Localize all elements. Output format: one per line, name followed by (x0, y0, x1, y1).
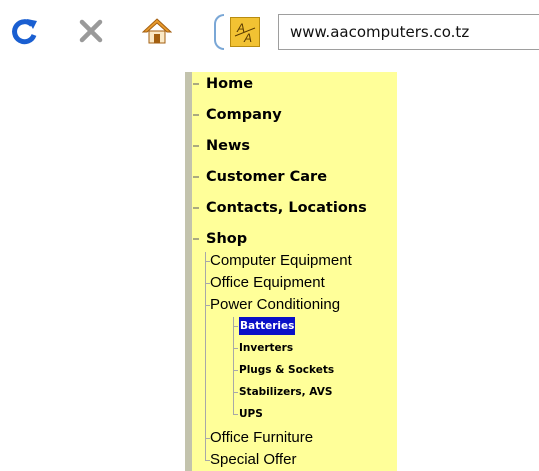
svg-text:A: A (243, 31, 252, 45)
menu-item-plugs-sockets[interactable]: Plugs & Sockets (239, 361, 334, 379)
menu-item-special-offer[interactable]: Special Offer (210, 450, 296, 470)
menu-dash (193, 145, 199, 147)
stop-icon[interactable] (74, 14, 108, 48)
menu-item-batteries[interactable]: Batteries (239, 317, 296, 335)
menu-item-customer-care[interactable]: Customer Care (192, 166, 327, 188)
menu-dash (193, 83, 199, 85)
menu-item-stabilizers-avs[interactable]: Stabilizers, AVS (239, 383, 332, 401)
tree-tick (233, 348, 238, 349)
reload-icon[interactable] (8, 14, 42, 48)
tree-tick (233, 370, 238, 371)
menu-item-label: Home (206, 76, 254, 92)
menu-item-inverters[interactable]: Inverters (239, 339, 293, 357)
home-icon[interactable] (140, 14, 174, 48)
menu-item-office-furniture[interactable]: Office Furniture (210, 428, 313, 448)
menu-item-label: Contacts, Locations (206, 200, 367, 216)
menu-item-label: News (206, 138, 250, 154)
tree-tick (233, 414, 238, 415)
menu-item-label: Company (206, 107, 282, 123)
menu-item-news[interactable]: News (192, 135, 250, 157)
menu-item-company[interactable]: Company (192, 104, 282, 126)
menu-item-contacts-locations[interactable]: Contacts, Locations (192, 197, 367, 219)
menu-dash (193, 114, 199, 116)
tree-tick (233, 392, 238, 393)
menu-left-border (185, 72, 192, 471)
url-input[interactable]: www.aacomputers.co.tz (278, 14, 539, 50)
menu-item-computer-equipment[interactable]: Computer Equipment (210, 251, 352, 271)
menu-dash (193, 176, 199, 178)
tree-line-power-conditioning (233, 317, 234, 414)
tree-tick (233, 326, 238, 327)
site-favicon-icon[interactable]: A A (230, 17, 260, 47)
menu-item-ups[interactable]: UPS (239, 405, 263, 423)
menu-item-office-equipment[interactable]: Office Equipment (210, 273, 325, 293)
menu-item-power-conditioning[interactable]: Power Conditioning (210, 295, 340, 315)
menu-item-label: Customer Care (206, 169, 328, 185)
menu-dash (193, 238, 199, 240)
address-bar-left-edge (214, 14, 224, 50)
browser-toolbar: A A www.aacomputers.co.tz (0, 0, 539, 68)
site-nav-menu: Home Company News Customer Care Contacts… (185, 72, 397, 471)
menu-item-shop[interactable]: Shop (192, 228, 247, 250)
address-bar[interactable]: A A www.aacomputers.co.tz (214, 14, 539, 50)
menu-dash (193, 207, 199, 209)
menu-item-label: Shop (206, 231, 248, 247)
menu-item-home[interactable]: Home (192, 73, 253, 95)
